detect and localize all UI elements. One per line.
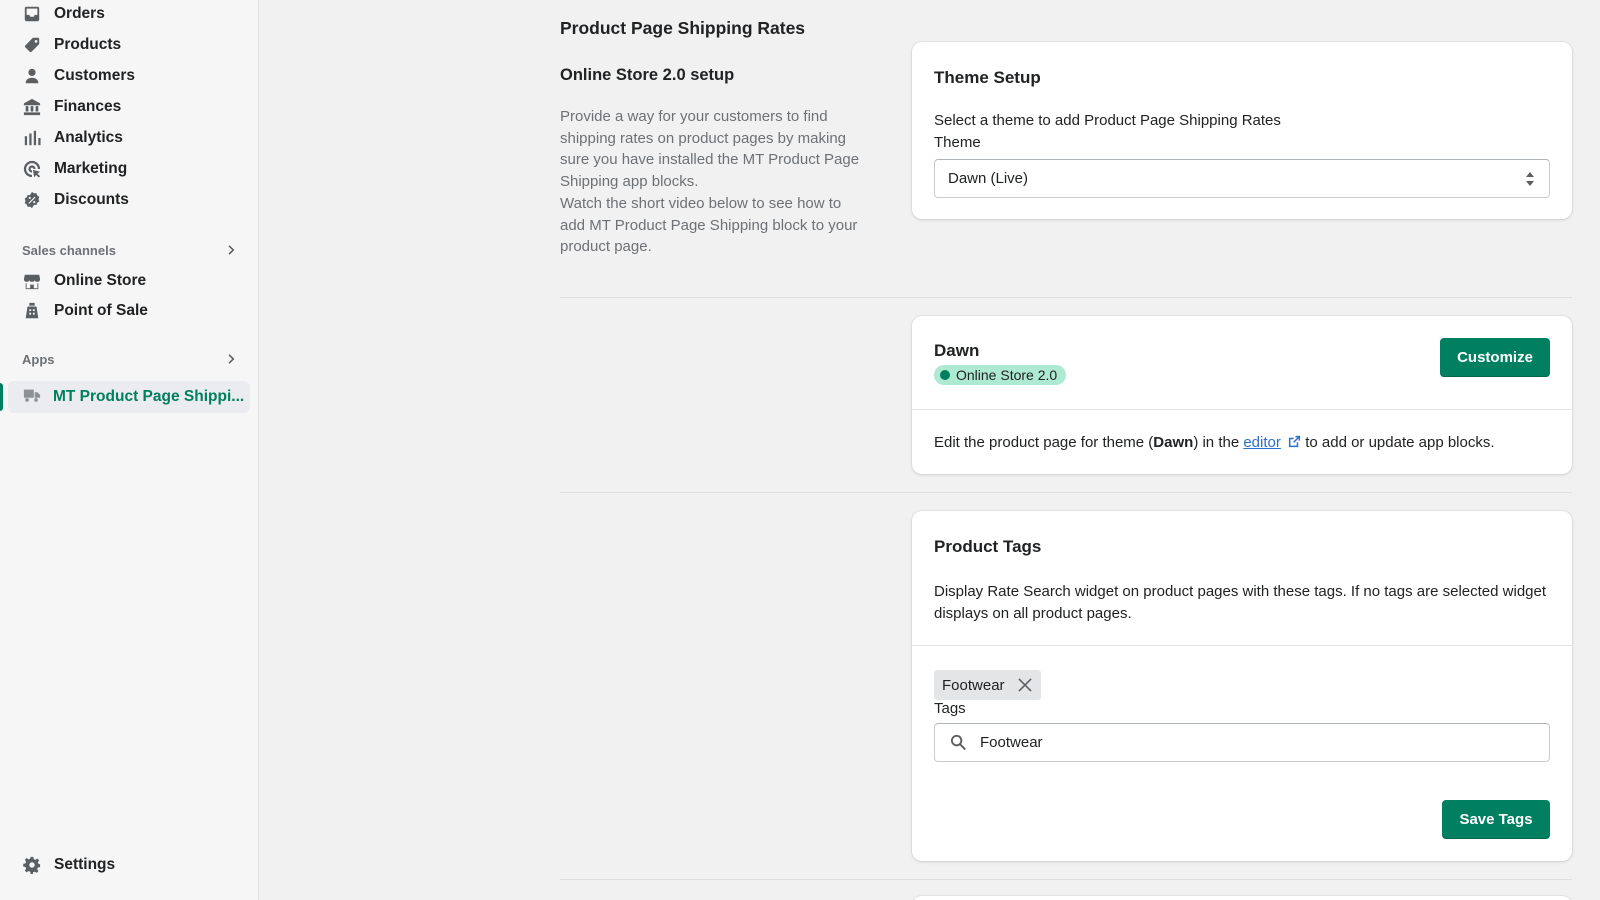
tag-chip-label: Footwear <box>942 676 1005 694</box>
sidebar-item-finances[interactable]: Finances <box>22 94 247 120</box>
sidebar-item-discounts[interactable]: Discounts <box>22 187 247 213</box>
sales-channels-header[interactable]: Sales channels <box>22 242 240 258</box>
sidebar-item-customers[interactable]: Customers <box>22 63 247 89</box>
bank-icon <box>22 97 42 117</box>
save-tags-button[interactable]: Save Tags <box>1442 800 1550 839</box>
sidebar-item-label: MT Product Page Shippi... <box>53 388 245 405</box>
status-badge-label: Online Store 2.0 <box>956 367 1058 383</box>
gear-icon <box>22 855 42 875</box>
divider <box>560 879 1572 880</box>
sidebar-item-point-of-sale[interactable]: Point of Sale <box>22 298 247 324</box>
product-tags-card: Product Tags Display Rate Search widget … <box>912 511 1572 861</box>
sidebar-item-online-store[interactable]: Online Store <box>22 268 247 294</box>
theme-setup-title: Theme Setup <box>934 68 1041 87</box>
inbox-icon <box>22 4 42 24</box>
sidebar-item-label: Marketing <box>54 160 128 177</box>
divider <box>560 297 1572 298</box>
target-icon <box>22 159 42 179</box>
section-title: Online Store 2.0 setup <box>560 66 735 84</box>
sidebar-item-label: Analytics <box>54 129 123 146</box>
active-indicator <box>0 383 3 411</box>
sidebar-item-products[interactable]: Products <box>22 32 247 58</box>
theme-field-label: Theme <box>934 134 981 151</box>
main-content: Product Page Shipping Rates Online Store… <box>260 0 1600 900</box>
theme-name: Dawn <box>934 341 980 360</box>
theme-select[interactable]: Dawn (Live) <box>934 159 1550 198</box>
sidebar-item-label: Finances <box>54 98 122 115</box>
product-tags-description: Display Rate Search widget on product pa… <box>934 583 1547 622</box>
edit-instruction: Edit the product page for theme (Dawn) i… <box>934 434 1495 451</box>
bar-chart-icon <box>22 128 42 148</box>
status-badge: Online Store 2.0 <box>934 365 1067 385</box>
person-icon <box>22 66 42 86</box>
card-divider <box>912 409 1572 410</box>
page-title: Product Page Shipping Rates <box>560 18 806 38</box>
theme-setup-instruction: Select a theme to add Product Page Shipp… <box>934 112 1281 129</box>
tags-search-input[interactable]: Footwear <box>934 723 1550 762</box>
status-dot-icon <box>940 370 950 380</box>
card-divider <box>912 645 1572 646</box>
apps-heading: Apps <box>22 351 55 367</box>
sidebar-item-label: Orders <box>54 5 105 22</box>
close-icon[interactable] <box>1017 677 1033 693</box>
pos-icon <box>22 301 42 321</box>
sidebar-item-mt-product-page-shipping[interactable]: MT Product Page Shippi... <box>8 381 250 413</box>
chevron-right-icon <box>228 354 235 364</box>
sidebar-item-analytics[interactable]: Analytics <box>22 125 247 151</box>
sidebar-item-label: Settings <box>54 856 116 873</box>
sidebar-item-label: Discounts <box>54 191 129 208</box>
truck-icon <box>23 386 41 408</box>
edit-theme-name: Dawn <box>1153 434 1194 451</box>
sidebar-item-label: Customers <box>54 67 135 84</box>
theme-card-dawn: Dawn Online Store 2.0 Customize Edit the… <box>912 316 1572 474</box>
sales-channels-heading: Sales channels <box>22 242 116 258</box>
sidebar: Orders Products Customers Finances Analy… <box>0 0 259 900</box>
sidebar-item-label: Products <box>54 36 122 53</box>
section-description: Provide a way for your customers to find… <box>560 108 860 256</box>
select-caret-icon <box>1526 172 1534 186</box>
apps-header[interactable]: Apps <box>22 351 240 367</box>
divider <box>560 492 1572 493</box>
editor-link[interactable]: editor <box>1243 434 1281 451</box>
external-link-icon[interactable] <box>1288 435 1301 448</box>
store-icon <box>22 271 42 291</box>
customize-button[interactable]: Customize <box>1440 338 1550 377</box>
theme-select-value: Dawn (Live) <box>948 170 1029 187</box>
sidebar-item-label: Point of Sale <box>54 302 148 319</box>
theme-setup-card: Theme Setup Select a theme to add Produc… <box>912 42 1572 219</box>
discount-icon <box>22 190 42 210</box>
tags-field-label: Tags <box>934 700 966 717</box>
tags-search-value: Footwear <box>980 734 1043 751</box>
search-icon <box>950 734 966 751</box>
sidebar-item-orders[interactable]: Orders <box>22 1 247 27</box>
product-tags-title: Product Tags <box>934 537 1042 556</box>
next-card-partial <box>912 896 1572 900</box>
chevron-right-icon <box>228 245 235 255</box>
sidebar-item-settings[interactable]: Settings <box>22 852 247 878</box>
sidebar-item-marketing[interactable]: Marketing <box>22 156 247 182</box>
tag-icon <box>22 35 42 55</box>
sidebar-item-label: Online Store <box>54 272 147 289</box>
tag-chip: Footwear <box>934 670 1041 700</box>
